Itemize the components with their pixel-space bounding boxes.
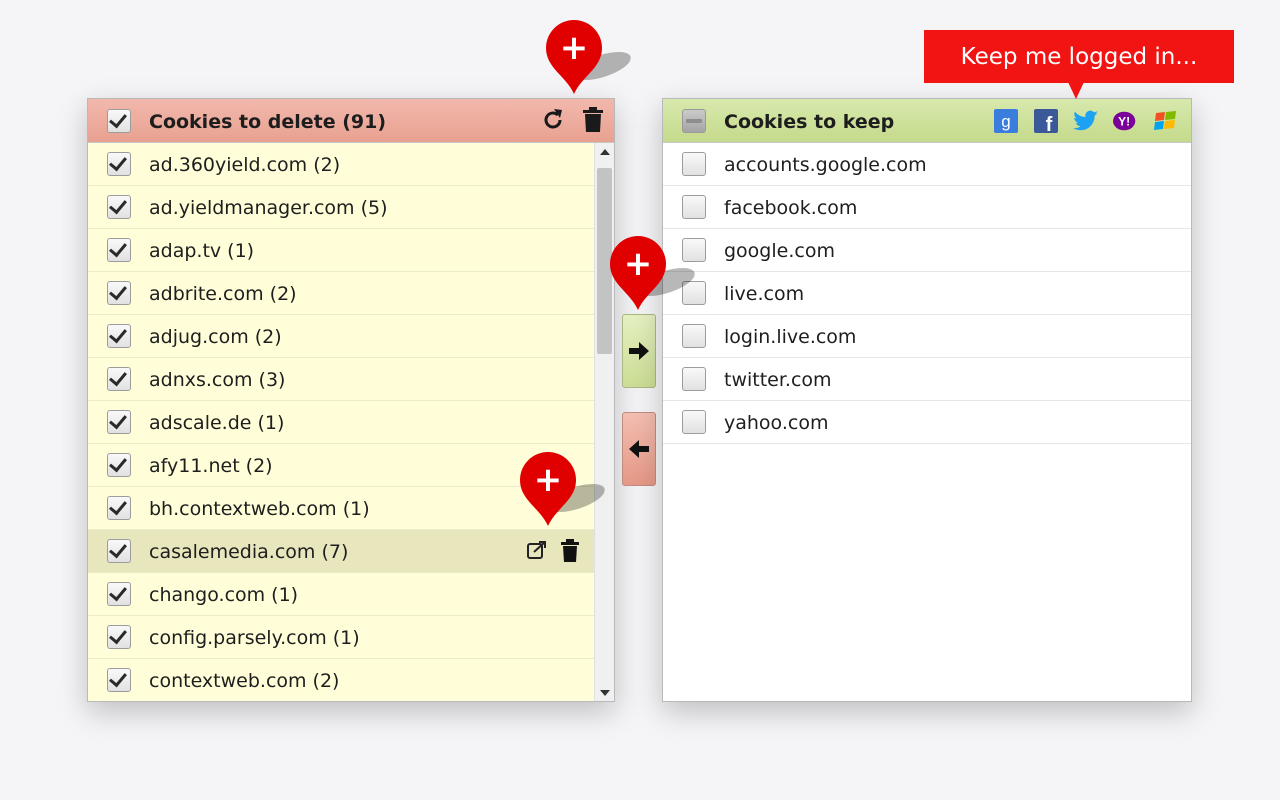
- list-item[interactable]: casalemedia.com (7): [88, 530, 594, 573]
- row-checkbox[interactable]: [682, 410, 706, 434]
- svg-text:+: +: [624, 244, 653, 284]
- scroll-down-arrow[interactable]: [595, 684, 614, 701]
- cookie-domain-label: facebook.com: [724, 197, 858, 219]
- list-item[interactable]: adnxs.com (3): [88, 358, 594, 401]
- cookie-domain-label: ad.360yield.com (2): [149, 154, 341, 176]
- plus-pin-icon: +: [604, 232, 696, 312]
- list-item[interactable]: adbrite.com (2): [88, 272, 594, 315]
- row-checkbox[interactable]: [107, 238, 131, 262]
- cookie-domain-label: chango.com (1): [149, 584, 299, 606]
- delete-panel-title: Cookies to delete (91): [149, 111, 387, 133]
- cookie-domain-label: google.com: [724, 240, 835, 262]
- list-item[interactable]: adap.tv (1): [88, 229, 594, 272]
- delete-panel-header: Cookies to delete (91): [88, 99, 614, 143]
- svg-text:g: g: [1001, 112, 1010, 131]
- row-checkbox[interactable]: [107, 281, 131, 305]
- cookie-domain-label: adscale.de (1): [149, 412, 285, 434]
- cookie-domain-label: bh.contextweb.com (1): [149, 498, 370, 520]
- list-item[interactable]: login.live.com: [663, 315, 1191, 358]
- google-icon[interactable]: g: [993, 108, 1019, 134]
- svg-text:Y!: Y!: [1118, 115, 1130, 129]
- select-all-keep-checkbox[interactable]: [682, 109, 706, 133]
- list-item[interactable]: config.parsely.com (1): [88, 616, 594, 659]
- list-item[interactable]: ad.360yield.com (2): [88, 143, 594, 186]
- cookie-domain-label: casalemedia.com (7): [149, 541, 349, 563]
- row-checkbox[interactable]: [107, 539, 131, 563]
- list-item[interactable]: adscale.de (1): [88, 401, 594, 444]
- refresh-icon[interactable]: [540, 107, 566, 137]
- row-checkbox[interactable]: [682, 195, 706, 219]
- scroll-up-arrow[interactable]: [595, 143, 614, 160]
- row-checkbox[interactable]: [107, 453, 131, 477]
- arrow-right-icon: [629, 342, 649, 360]
- cookie-domain-label: twitter.com: [724, 369, 832, 391]
- cookies-to-delete-panel: Cookies to delete (91) ad.360yield.com (…: [87, 98, 615, 702]
- trash-icon[interactable]: [582, 107, 604, 137]
- row-checkbox[interactable]: [107, 367, 131, 391]
- plus-pin-icon: +: [514, 448, 606, 528]
- list-item[interactable]: chango.com (1): [88, 573, 594, 616]
- row-checkbox[interactable]: [107, 195, 131, 219]
- cookie-domain-label: adap.tv (1): [149, 240, 255, 262]
- list-item[interactable]: yahoo.com: [663, 401, 1191, 444]
- keep-logged-in-callout: Keep me logged in...: [924, 30, 1234, 99]
- delete-cookie-list: ad.360yield.com (2) ad.yieldmanager.com (…: [88, 143, 594, 701]
- cookie-domain-label: config.parsely.com (1): [149, 627, 360, 649]
- cookie-domain-label: yahoo.com: [724, 412, 829, 434]
- list-item[interactable]: facebook.com: [663, 186, 1191, 229]
- keep-cookie-list: accounts.google.com facebook.com google.co…: [663, 143, 1191, 701]
- arrow-left-icon: [629, 440, 649, 458]
- svg-text:f: f: [1046, 114, 1053, 133]
- trash-icon[interactable]: [560, 539, 580, 567]
- twitter-icon[interactable]: [1073, 108, 1099, 134]
- row-checkbox[interactable]: [682, 367, 706, 391]
- svg-text:+: +: [560, 28, 589, 68]
- select-all-delete-checkbox[interactable]: [107, 109, 131, 133]
- row-checkbox[interactable]: [107, 668, 131, 692]
- keep-panel-title: Cookies to keep: [724, 111, 895, 133]
- move-to-delete-button[interactable]: [622, 412, 656, 486]
- list-item[interactable]: accounts.google.com: [663, 143, 1191, 186]
- row-checkbox[interactable]: [107, 582, 131, 606]
- plus-pin-icon: +: [540, 16, 632, 96]
- windows-icon[interactable]: [1153, 108, 1179, 134]
- cookie-domain-label: afy11.net (2): [149, 455, 273, 477]
- row-checkbox[interactable]: [107, 324, 131, 348]
- list-item[interactable]: adjug.com (2): [88, 315, 594, 358]
- cookie-domain-label: login.live.com: [724, 326, 857, 348]
- cookie-domain-label: live.com: [724, 283, 805, 305]
- list-item[interactable]: live.com: [663, 272, 1191, 315]
- yahoo-icon[interactable]: Y!: [1113, 108, 1139, 134]
- move-to-keep-button[interactable]: [622, 314, 656, 388]
- cookie-domain-label: contextweb.com (2): [149, 670, 340, 692]
- cookie-domain-label: ad.yieldmanager.com (5): [149, 197, 388, 219]
- row-checkbox[interactable]: [107, 496, 131, 520]
- list-item[interactable]: twitter.com: [663, 358, 1191, 401]
- open-external-icon[interactable]: [526, 539, 548, 567]
- row-checkbox[interactable]: [107, 410, 131, 434]
- list-item[interactable]: google.com: [663, 229, 1191, 272]
- cookie-domain-label: adbrite.com (2): [149, 283, 297, 305]
- keep-panel-header: Cookies to keep g f Y!: [663, 99, 1191, 143]
- cookies-to-keep-panel: Cookies to keep g f Y! accounts.google.c…: [662, 98, 1192, 702]
- cookie-domain-label: adjug.com (2): [149, 326, 282, 348]
- row-checkbox[interactable]: [682, 324, 706, 348]
- row-checkbox[interactable]: [107, 625, 131, 649]
- cookie-domain-label: adnxs.com (3): [149, 369, 286, 391]
- scrollbar[interactable]: [594, 143, 614, 701]
- svg-text:+: +: [534, 460, 563, 500]
- cookie-domain-label: accounts.google.com: [724, 154, 927, 176]
- list-item[interactable]: ad.yieldmanager.com (5): [88, 186, 594, 229]
- row-checkbox[interactable]: [682, 152, 706, 176]
- facebook-icon[interactable]: f: [1033, 108, 1059, 134]
- row-checkbox[interactable]: [107, 152, 131, 176]
- list-item[interactable]: contextweb.com (2): [88, 659, 594, 701]
